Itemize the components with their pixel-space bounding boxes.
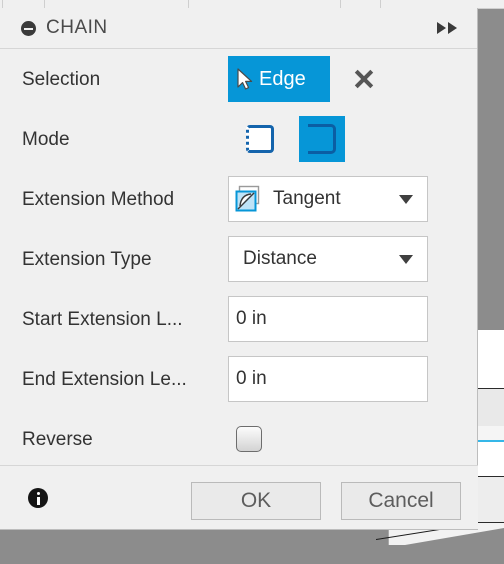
screen: CHAIN Selection Edge Mode Extension Meth… [0, 0, 504, 564]
start-extension-input[interactable]: 0 in [228, 296, 428, 342]
chevron-down-icon [399, 254, 413, 264]
extension-type-dropdown[interactable]: Distance [228, 236, 428, 282]
selection-label: Selection [22, 69, 101, 90]
toolbar-divider [44, 0, 45, 8]
double-chevron-right-icon[interactable] [437, 21, 463, 35]
row-extension-method: Extension Method Tangent [0, 169, 478, 229]
chevron-right-icon [448, 22, 457, 34]
extension-method-label: Extension Method [22, 189, 175, 210]
toolbar-divider [380, 0, 381, 8]
close-x-icon[interactable] [352, 67, 376, 91]
row-selection: Selection Edge [0, 49, 478, 109]
closed-chain-icon [308, 124, 336, 154]
chevron-down-icon [399, 194, 413, 204]
extension-method-dropdown[interactable]: Tangent [228, 176, 428, 222]
extension-method-value: Tangent [273, 188, 341, 209]
tangent-icon [235, 185, 260, 212]
reverse-label: Reverse [22, 429, 93, 450]
cancel-button[interactable]: Cancel [341, 482, 461, 520]
dialog-footer: OK Cancel [0, 465, 478, 529]
collapse-circle-minus-icon[interactable] [21, 21, 36, 36]
toolbar-divider [188, 0, 189, 8]
mode-option-open-chain[interactable] [237, 116, 283, 162]
row-extension-type: Extension Type Distance [0, 229, 478, 289]
dialog-body: Selection Edge Mode Extension Method Tan… [0, 49, 477, 489]
dialog-titlebar: CHAIN [0, 8, 477, 49]
end-extension-label: End Extension Le... [22, 369, 187, 390]
dialog-title: CHAIN [46, 17, 108, 38]
selection-edge-button[interactable]: Edge [228, 56, 330, 102]
selection-edge-label: Edge [259, 67, 306, 90]
row-end-extension: End Extension Le... 0 in [0, 349, 478, 409]
info-circle-icon[interactable] [28, 488, 48, 508]
row-mode: Mode [0, 109, 478, 169]
chain-dialog: CHAIN Selection Edge Mode Extension Meth… [0, 8, 478, 530]
row-reverse: Reverse [0, 409, 478, 469]
reverse-checkbox[interactable] [236, 426, 262, 452]
cursor-arrow-icon [237, 68, 253, 90]
chevron-right-icon [437, 22, 446, 34]
end-extension-input[interactable]: 0 in [228, 356, 428, 402]
open-chain-icon [246, 125, 274, 153]
mode-option-closed-chain[interactable] [299, 116, 345, 162]
mode-label: Mode [22, 129, 70, 150]
start-extension-label: Start Extension L... [22, 309, 183, 330]
extension-type-label: Extension Type [22, 249, 152, 270]
extension-type-value: Distance [243, 248, 317, 269]
toolbar-divider [340, 0, 341, 8]
toolbar-divider [2, 0, 3, 8]
ok-button[interactable]: OK [191, 482, 321, 520]
row-start-extension: Start Extension L... 0 in [0, 289, 478, 349]
